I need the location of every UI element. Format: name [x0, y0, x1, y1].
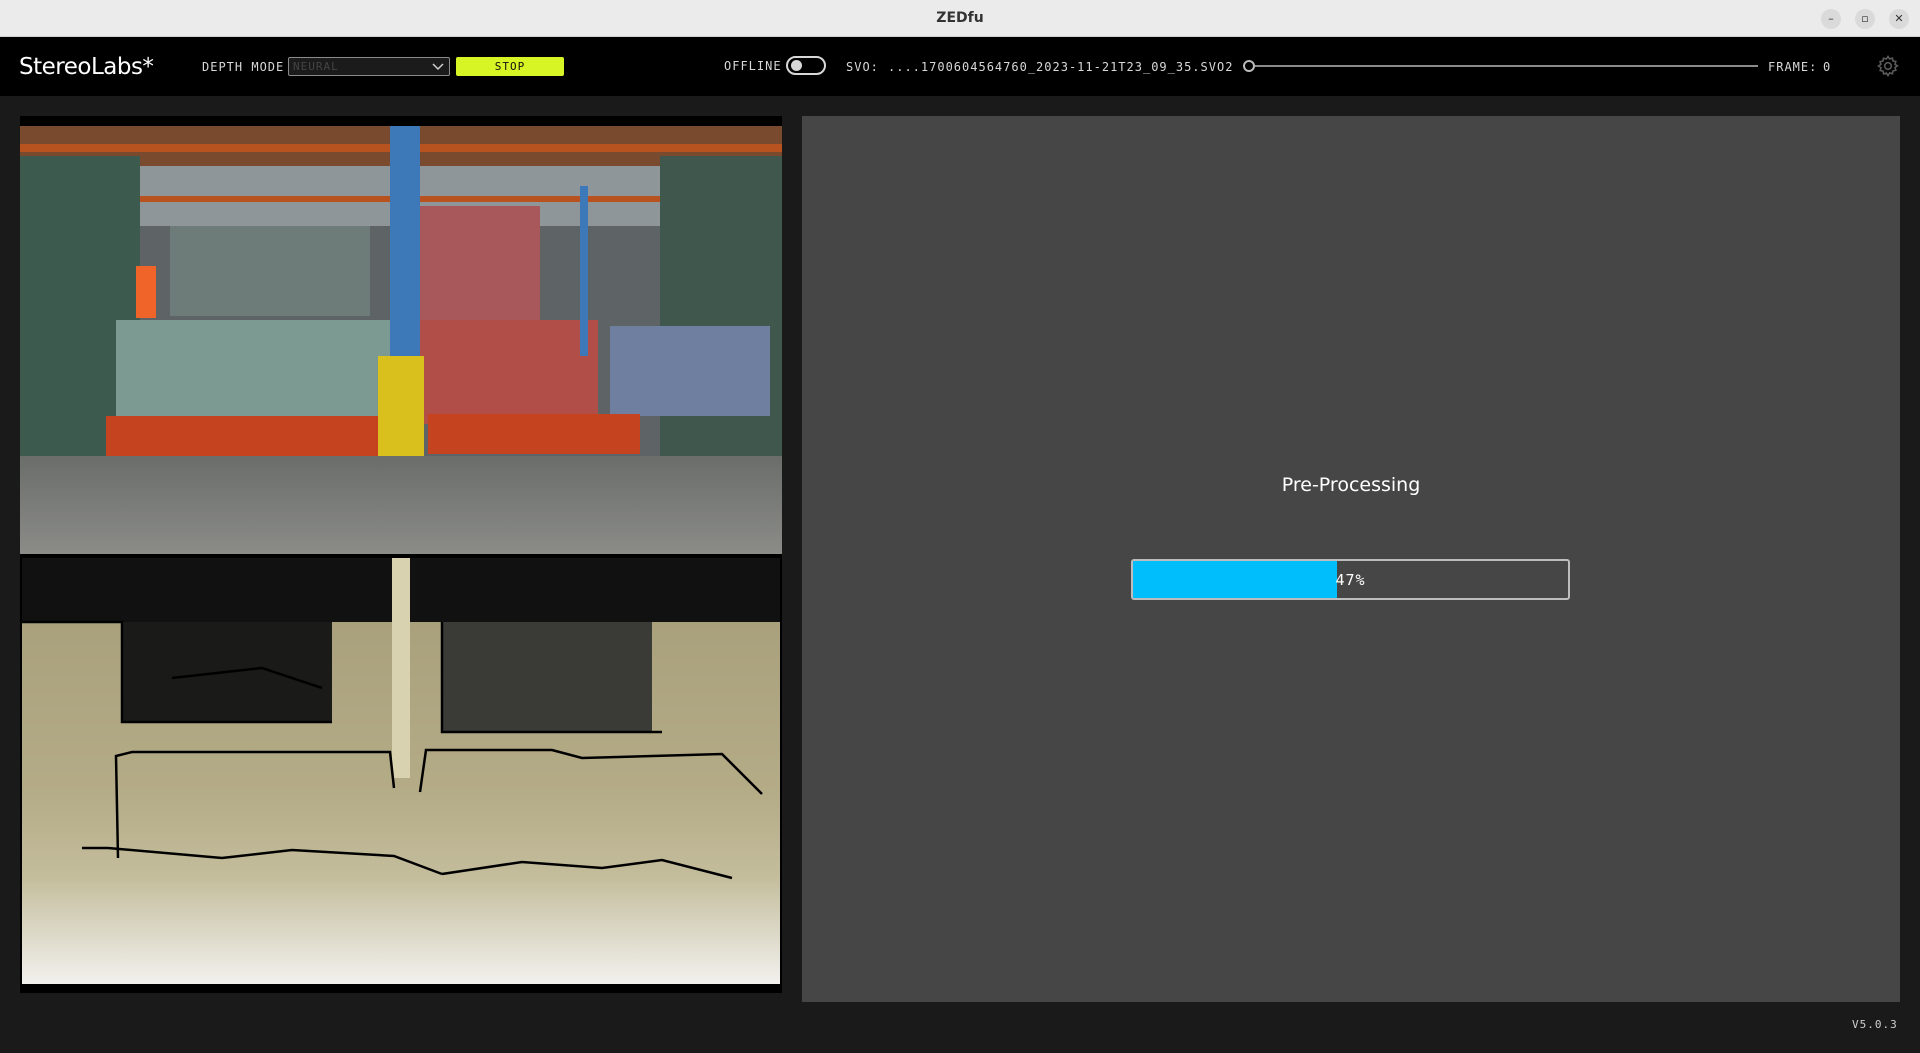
depth-map-view: [22, 558, 780, 984]
depth-mode-select[interactable]: NEURAL: [288, 57, 450, 76]
svo-position-slider[interactable]: [1243, 58, 1758, 74]
stop-button[interactable]: STOP: [456, 57, 564, 76]
slider-track: [1249, 65, 1758, 67]
processing-title: Pre-Processing: [1281, 474, 1421, 496]
progress-percent: 47%: [1335, 571, 1366, 589]
toggle-knob: [791, 60, 802, 71]
minimize-button[interactable]: –: [1821, 9, 1841, 29]
depth-mode-label: DEPTH MODE: [202, 60, 285, 74]
offline-label: OFFLINE: [724, 59, 782, 73]
reconstruction-panel: Pre-Processing 47%: [802, 116, 1900, 1002]
maximize-button[interactable]: ▫: [1855, 9, 1875, 29]
camera-views-panel: [20, 116, 782, 993]
frame-label: FRAME:: [1768, 60, 1818, 74]
svo-label: SVO:: [846, 60, 879, 74]
stereolabs-logo: StereoLabs*: [19, 54, 154, 80]
version-label: V5.0.3: [1852, 1018, 1898, 1031]
window-title: ZEDfu: [936, 10, 984, 26]
frame-value: 0: [1823, 60, 1832, 74]
offline-toggle[interactable]: [786, 56, 826, 75]
svo-filename: ....1700604564760_2023-11-21T23_09_35.SV…: [888, 60, 1234, 74]
chevron-down-icon: [432, 63, 444, 71]
close-button[interactable]: ✕: [1889, 9, 1909, 29]
depth-mode-value: NEURAL: [293, 60, 339, 73]
slider-thumb[interactable]: [1243, 60, 1255, 72]
window-titlebar: ZEDfu – ▫ ✕: [0, 0, 1920, 37]
app-toolbar: StereoLabs* DEPTH MODE NEURAL STOP OFFLI…: [0, 37, 1920, 96]
rgb-camera-view: [20, 126, 782, 554]
progress-bar: 47%: [1131, 559, 1570, 600]
gear-icon[interactable]: [1876, 54, 1900, 78]
